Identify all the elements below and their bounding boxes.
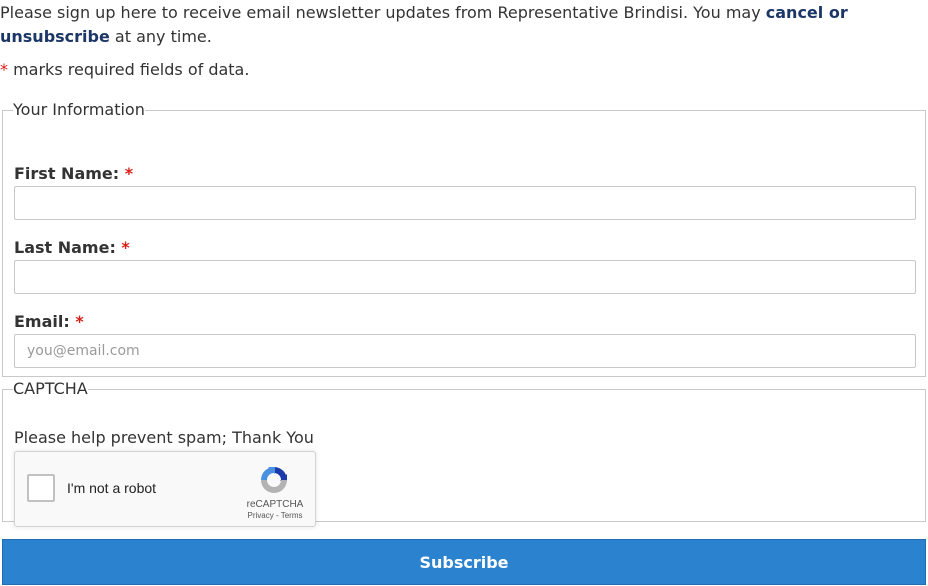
intro-text-after: at any time. bbox=[109, 27, 212, 46]
subscribe-button[interactable]: Subscribe bbox=[2, 539, 926, 585]
recaptcha-privacy-link[interactable]: Privacy bbox=[248, 511, 274, 520]
first-name-input[interactable] bbox=[14, 186, 916, 220]
recaptcha-brand: reCAPTCHA bbox=[246, 499, 304, 510]
required-note-text: marks required fields of data. bbox=[8, 60, 250, 79]
required-star: * bbox=[0, 60, 8, 79]
first-name-required-star: * bbox=[124, 164, 134, 183]
captcha-legend: CAPTCHA bbox=[13, 379, 88, 398]
recaptcha-link-separator: - bbox=[273, 511, 281, 520]
recaptcha-checkbox-label: I'm not a robot bbox=[67, 480, 157, 496]
last-name-input[interactable] bbox=[14, 260, 916, 294]
intro-text: Please sign up here to receive email new… bbox=[0, 1, 928, 49]
captcha-prompt: Please help prevent spam; Thank You bbox=[14, 428, 314, 447]
email-label-text: Email: bbox=[14, 312, 70, 331]
email-required-star: * bbox=[75, 312, 84, 331]
first-name-label-text: First Name: bbox=[14, 164, 120, 183]
last-name-label-text: Last Name: bbox=[14, 238, 116, 257]
recaptcha-terms-link[interactable]: Terms bbox=[281, 511, 303, 520]
recaptcha-logo-icon bbox=[261, 467, 287, 493]
first-name-label: First Name: * bbox=[14, 164, 133, 184]
recaptcha-widget: I'm not a robot reCAPTCHA Privacy - Term… bbox=[14, 451, 316, 527]
intro-text-before: Please sign up here to receive email new… bbox=[0, 3, 766, 22]
required-fields-note: * marks required fields of data. bbox=[0, 59, 249, 81]
your-information-legend: Your Information bbox=[13, 100, 145, 119]
recaptcha-checkbox[interactable] bbox=[27, 474, 55, 502]
last-name-required-star: * bbox=[121, 238, 130, 257]
captcha-fieldset: CAPTCHA Please help prevent spam; Thank … bbox=[2, 379, 926, 527]
email-label: Email: * bbox=[14, 312, 84, 332]
recaptcha-links: Privacy - Terms bbox=[235, 511, 315, 521]
your-information-fieldset: Your Information First Name: * Last Name… bbox=[2, 100, 926, 377]
last-name-label: Last Name: * bbox=[14, 238, 130, 258]
email-input[interactable] bbox=[14, 334, 916, 368]
